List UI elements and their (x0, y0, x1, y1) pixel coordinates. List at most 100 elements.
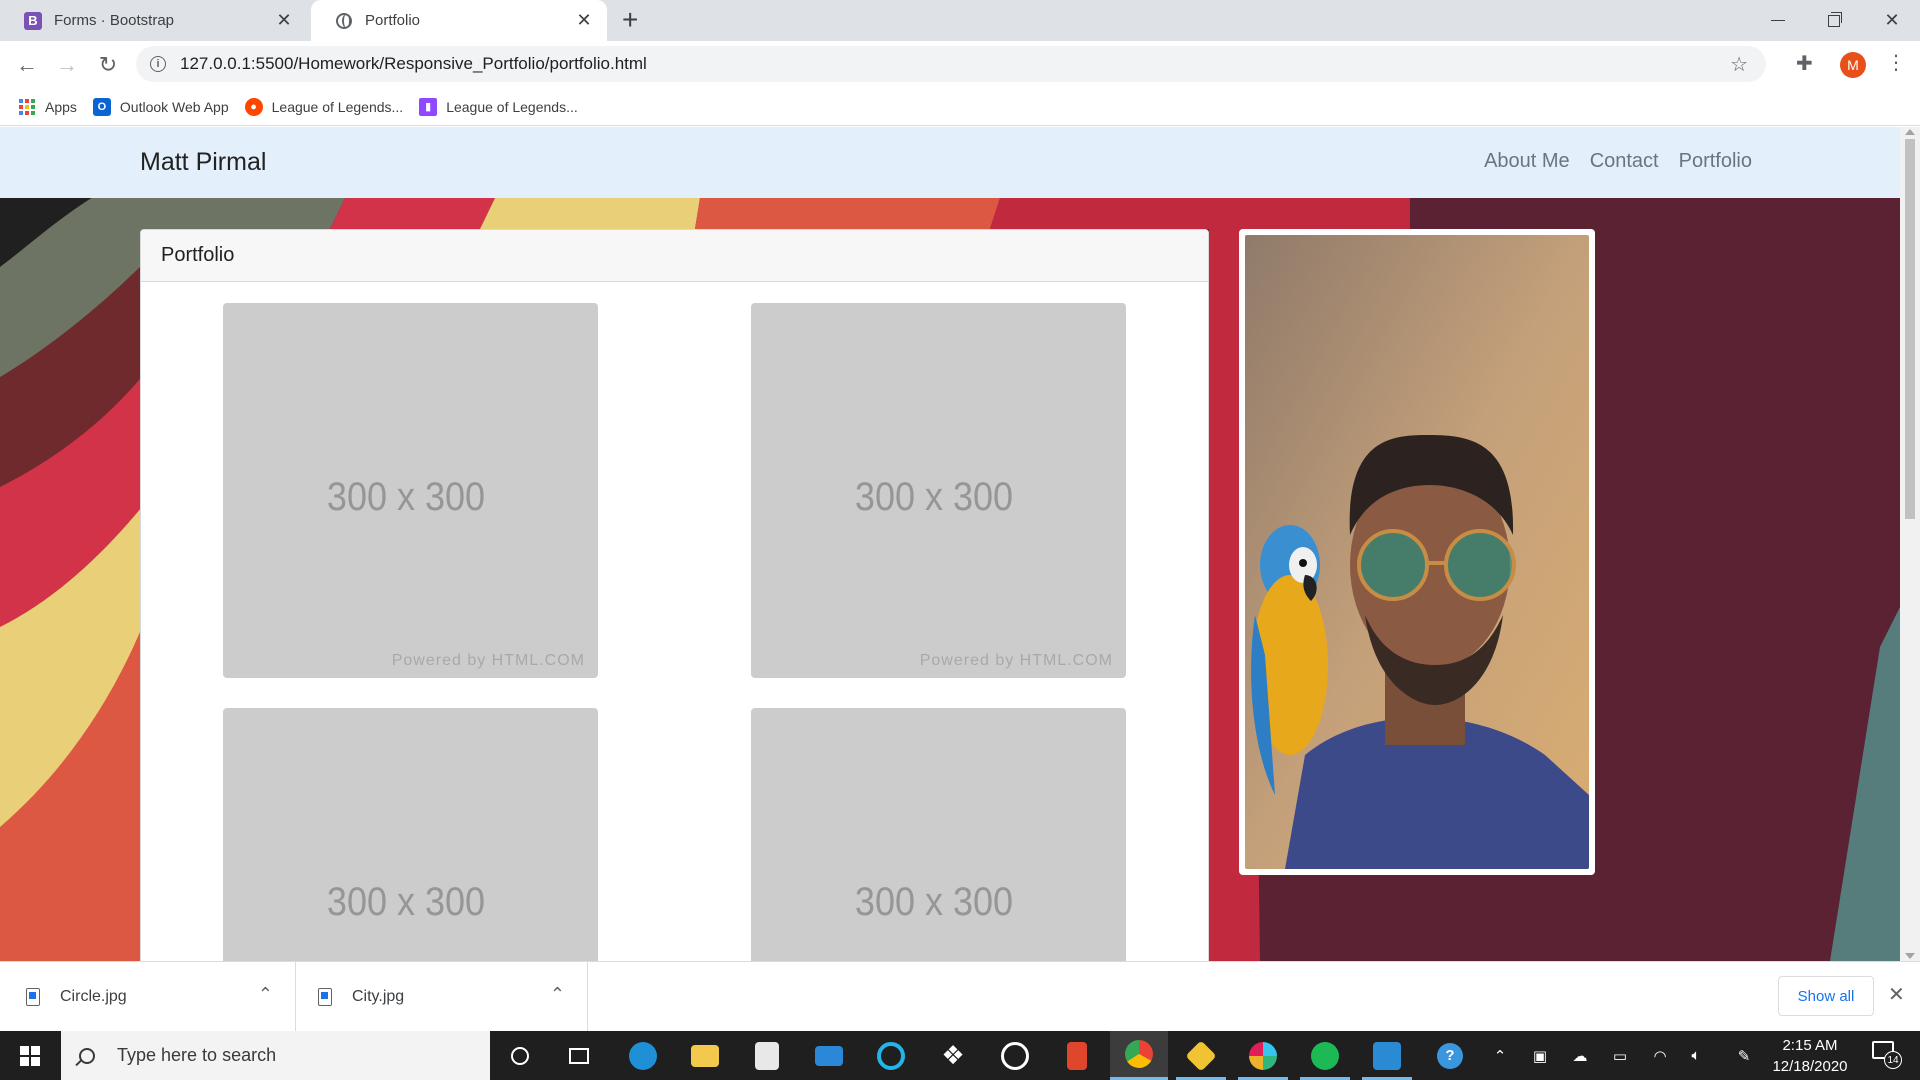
globe-icon (335, 12, 353, 30)
windows-taskbar: Type here to search ❖ ? ⌃ ▣ ☁ ▭ ◠ 🔈︎ ✎ 2… (0, 1031, 1920, 1080)
help-icon[interactable]: ? (1430, 1031, 1470, 1080)
extensions-puzzle-icon[interactable]: ✚ (1796, 51, 1813, 76)
url-text: 127.0.0.1:5500/Homework/Responsive_Portf… (180, 54, 647, 73)
placeholder-size: 300 x 300 (854, 880, 1014, 924)
new-tab-button[interactable]: + (622, 6, 638, 34)
download-filename: Circle.jpg (60, 987, 127, 1005)
wifi-icon[interactable]: ◠ (1646, 1031, 1674, 1080)
bookmarks-bar: Apps O Outlook Web App ● League of Legen… (0, 88, 1920, 126)
clock-date: 12/18/2020 (1772, 1058, 1848, 1075)
nav-link-contact[interactable]: Contact (1590, 150, 1659, 173)
bootstrap-icon: B (24, 11, 42, 30)
camera-icon[interactable]: ▣ (1528, 1031, 1552, 1080)
tab-title: Portfolio (365, 12, 421, 29)
onedrive-icon[interactable]: ☁ (1566, 1031, 1594, 1080)
git-icon[interactable] (1172, 1031, 1230, 1080)
download-item[interactable]: Circle.jpg ⌃ (0, 962, 296, 1031)
forward-button[interactable]: → (47, 45, 87, 85)
file-explorer-icon[interactable] (676, 1031, 734, 1080)
taskbar-clock[interactable]: 2:15 AM 12/18/2020 (1762, 1035, 1858, 1077)
close-download-shelf-icon[interactable]: ✕ (1888, 982, 1905, 1007)
bookmark-outlook[interactable]: O Outlook Web App (92, 97, 229, 116)
close-window-button[interactable]: ✕ (1864, 0, 1920, 41)
mail-icon[interactable] (800, 1031, 858, 1080)
back-button[interactable]: ← (7, 45, 47, 85)
site-nav-links: About Me Contact Portfolio (1464, 150, 1752, 173)
chevron-up-icon[interactable]: ⌃ (550, 984, 565, 1005)
notification-count: 14 (1884, 1051, 1902, 1069)
placeholder-credit: Powered by HTML.COM (391, 652, 585, 669)
bookmark-apps[interactable]: Apps (18, 98, 77, 116)
nav-link-portfolio[interactable]: Portfolio (1679, 150, 1752, 173)
download-filename: City.jpg (352, 987, 405, 1005)
vscode-icon[interactable] (1358, 1031, 1416, 1080)
chrome-menu-icon[interactable]: ⋮ (1886, 50, 1906, 75)
placeholder-image: 300 x 300 Powered by HTML.COM (751, 303, 1126, 678)
battery-icon[interactable]: ▭ (1606, 1031, 1634, 1080)
store-icon[interactable] (738, 1031, 796, 1080)
notifications-icon[interactable]: 14 (1872, 1041, 1902, 1069)
app-icon[interactable] (986, 1031, 1044, 1080)
bookmark-label: Apps (45, 98, 77, 115)
profile-avatar[interactable]: M (1840, 52, 1866, 78)
image-file-icon (26, 987, 40, 1006)
tab-strip: B Forms · Bootstrap ✕ Portfolio ✕ + ✕ (0, 0, 1920, 41)
chevron-up-icon[interactable]: ⌃ (258, 984, 273, 1005)
taskbar-search-placeholder: Type here to search (117, 1045, 277, 1065)
site-navbar: Matt Pirmal About Me Contact Portfolio (0, 127, 1900, 198)
bookmark-star-icon[interactable]: ☆ (1730, 52, 1748, 77)
outlook-icon: O (92, 97, 111, 116)
scroll-thumb[interactable] (1905, 139, 1915, 519)
browser-toolbar: ← → ↻ i 127.0.0.1:5500/Homework/Responsi… (0, 41, 1920, 88)
page-scrollbar[interactable] (1900, 127, 1920, 961)
alexa-icon[interactable] (862, 1031, 920, 1080)
profile-photo (1245, 235, 1589, 869)
reload-button[interactable]: ↻ (88, 45, 128, 85)
placeholder-image: 300 x 300 (223, 708, 598, 961)
chrome-icon[interactable] (1110, 1031, 1168, 1080)
bookmark-label: League of Legends... (446, 98, 578, 115)
apps-grid-icon (18, 98, 36, 116)
placeholder-image: 300 x 300 Powered by HTML.COM (223, 303, 598, 678)
taskbar-search[interactable]: Type here to search (61, 1031, 490, 1080)
tab-forms-bootstrap[interactable]: B Forms · Bootstrap ✕ (0, 0, 307, 41)
address-bar[interactable]: i 127.0.0.1:5500/Homework/Responsive_Por… (136, 46, 1766, 82)
nav-link-about-me[interactable]: About Me (1484, 150, 1570, 173)
twitch-icon: ▮ (419, 97, 438, 116)
scroll-down-icon[interactable] (1905, 953, 1915, 959)
site-info-icon[interactable]: i (150, 56, 166, 72)
close-tab-icon[interactable]: ✕ (575, 10, 593, 31)
cortana-icon[interactable] (491, 1031, 549, 1080)
dropbox-icon[interactable]: ❖ (924, 1031, 982, 1080)
show-all-button[interactable]: Show all (1778, 976, 1874, 1016)
office-icon[interactable] (1048, 1031, 1106, 1080)
tray-chevron-up-icon[interactable]: ⌃ (1488, 1031, 1512, 1080)
windows-logo-icon (20, 1045, 40, 1066)
bookmark-league-reddit[interactable]: ● League of Legends... (244, 97, 404, 116)
close-tab-icon[interactable]: ✕ (275, 10, 293, 31)
clock-time: 2:15 AM (1782, 1037, 1838, 1054)
download-item[interactable]: City.jpg ⌃ (296, 962, 588, 1031)
slack-icon[interactable] (1234, 1031, 1292, 1080)
placeholder-image: 300 x 300 (751, 708, 1126, 961)
volume-icon[interactable]: 🔈︎ (1682, 1031, 1710, 1080)
edge-icon[interactable] (614, 1031, 672, 1080)
placeholder-size: 300 x 300 (326, 475, 486, 519)
site-brand[interactable]: Matt Pirmal (140, 148, 266, 177)
start-button[interactable] (0, 1031, 60, 1080)
card-title: Portfolio (141, 230, 1208, 282)
image-file-icon (318, 987, 332, 1006)
bookmark-label: League of Legends... (271, 98, 404, 115)
task-view-icon[interactable] (550, 1031, 608, 1080)
placeholder-size: 300 x 300 (854, 475, 1014, 519)
minimize-button[interactable] (1750, 0, 1806, 41)
scroll-up-icon[interactable] (1905, 129, 1915, 135)
reddit-icon: ● (244, 97, 263, 116)
tab-portfolio[interactable]: Portfolio ✕ (311, 0, 607, 41)
bookmark-league-twitch[interactable]: ▮ League of Legends... (419, 97, 578, 116)
placeholder-credit: Powered by HTML.COM (919, 652, 1113, 669)
restore-button[interactable] (1806, 0, 1862, 41)
search-icon (79, 1047, 95, 1064)
spotify-icon[interactable] (1296, 1031, 1354, 1080)
pen-icon[interactable]: ✎ (1730, 1031, 1758, 1080)
